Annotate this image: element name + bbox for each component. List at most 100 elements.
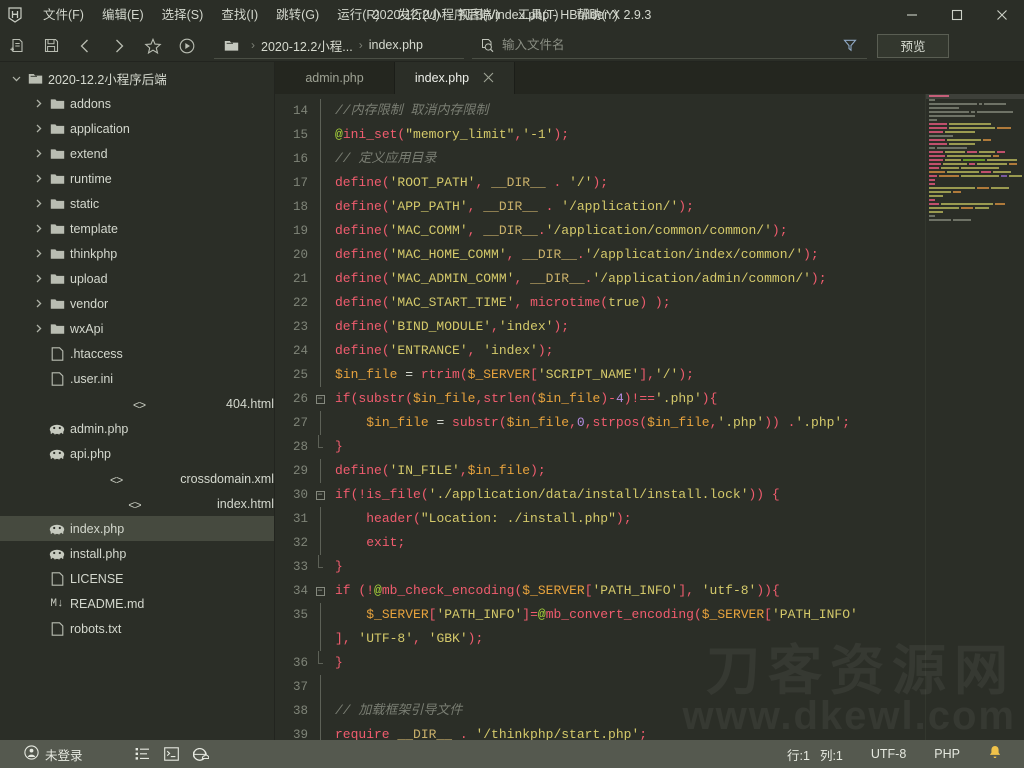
tree-item-template[interactable]: template [0,216,274,241]
tree-item-license[interactable]: LICENSE [0,566,274,591]
back-button[interactable] [68,30,102,62]
encoding-label[interactable]: UTF-8 [871,747,906,761]
tree-item-wxapi[interactable]: wxApi [0,316,274,341]
chevron-right-icon[interactable] [30,273,46,284]
code-line[interactable]: define('BIND_MODULE','index'); [335,315,1024,339]
tree-item-index.php[interactable]: index.php [0,516,274,541]
menu-item-4[interactable]: 跳转(G) [267,3,328,27]
code-line[interactable]: //内存限制 取消内存限制 [335,99,1024,123]
tree-item-404.html[interactable]: <>404.html [0,391,274,416]
code-line[interactable]: } [335,651,1024,675]
search-input[interactable] [502,38,833,52]
code-editor[interactable]: 1415161718192021222324252627282930313233… [275,94,1024,740]
tree-item-crossdomain.xml[interactable]: <>crossdomain.xml [0,466,274,491]
code-line[interactable]: $in_file = rtrim($_SERVER['SCRIPT_NAME']… [335,363,1024,387]
code-line[interactable]: // 加载框架引导文件 [335,699,1024,723]
star-icon[interactable] [136,30,170,62]
new-file-button[interactable] [0,30,34,62]
project-explorer[interactable]: 2020-12.2小程序后端addonsapplicationextendrun… [0,62,275,740]
code-line[interactable]: require __DIR__ . '/thinkphp/start.php'; [335,723,1024,740]
menu-item-5[interactable]: 运行(R) [328,3,388,27]
tree-item-extend[interactable]: extend [0,141,274,166]
globe-cloud-icon[interactable] [193,747,209,762]
run-button[interactable] [170,30,204,62]
tree-item-install.php[interactable]: install.php [0,541,274,566]
tree-item-.htaccess[interactable]: .htaccess [0,341,274,366]
preview-button[interactable]: 预览 [877,34,949,58]
code-line[interactable]: if (!@mb_check_encoding($_SERVER['PATH_I… [335,579,1024,603]
tree-item-2020-12.2-----[interactable]: 2020-12.2小程序后端 [0,66,274,91]
close-button[interactable] [979,0,1024,30]
tab-close-icon[interactable] [483,71,494,85]
tree-item-vendor[interactable]: vendor [0,291,274,316]
code-line[interactable]: define('MAC_COMM', __DIR__.'/application… [335,219,1024,243]
tree-item-.user.ini[interactable]: .user.ini [0,366,274,391]
code-line[interactable]: @ini_set("memory_limit",'-1'); [335,123,1024,147]
code-line[interactable]: } [335,555,1024,579]
menu-item-9[interactable]: 帮助(Y) [568,3,628,27]
filter-funnel-icon[interactable] [833,38,867,52]
code-line[interactable] [335,675,1024,699]
bell-icon[interactable] [988,745,1002,763]
code-fold-column[interactable]: −−− [313,94,327,740]
chevron-right-icon[interactable] [30,98,46,109]
code-line[interactable]: $_SERVER['PATH_INFO']=@mb_convert_encodi… [335,603,1024,627]
code-line[interactable]: if(!is_file('./application/data/install/… [335,483,1024,507]
fold-toggle-icon[interactable]: − [313,579,327,603]
code-line[interactable]: // 定义应用目录 [335,147,1024,171]
outline-list-icon[interactable] [135,747,150,761]
chevron-right-icon[interactable] [30,198,46,209]
menu-item-6[interactable]: 发行(U) [389,3,449,27]
chevron-right-icon[interactable] [30,223,46,234]
terminal-icon[interactable] [164,747,179,761]
code-line[interactable]: define('APP_PATH', __DIR__ . '/applicati… [335,195,1024,219]
chevron-right-icon[interactable] [30,298,46,309]
tree-item-index.html[interactable]: <>index.html [0,491,274,516]
chevron-down-icon[interactable] [8,73,24,84]
chevron-right-icon[interactable] [30,248,46,259]
code-line[interactable]: if(substr($in_file,strlen($in_file)-4)!=… [335,387,1024,411]
language-label[interactable]: PHP [934,747,960,761]
tree-item-thinkphp[interactable]: thinkphp [0,241,274,266]
tree-item-robots.txt[interactable]: robots.txt [0,616,274,641]
menu-item-0[interactable]: 文件(F) [34,3,93,27]
code-content[interactable]: //内存限制 取消内存限制@ini_set("memory_limit",'-1… [327,94,1024,740]
tree-item-admin.php[interactable]: admin.php [0,416,274,441]
maximize-button[interactable] [934,0,979,30]
tab-admin-php[interactable]: admin.php [275,62,395,94]
forward-button[interactable] [102,30,136,62]
code-line[interactable]: define('MAC_HOME_COMM', __DIR__.'/applic… [335,243,1024,267]
minimize-button[interactable] [889,0,934,30]
tree-item-api.php[interactable]: api.php [0,441,274,466]
code-line[interactable]: define('ENTRANCE', 'index'); [335,339,1024,363]
breadcrumb-file[interactable]: index.php [369,38,423,52]
tree-item-upload[interactable]: upload [0,266,274,291]
tab-index-php[interactable]: index.php [395,62,515,94]
tree-item-readme.md[interactable]: M↓README.md [0,591,274,616]
chevron-right-icon[interactable] [30,173,46,184]
menu-item-8[interactable]: 工具(T) [509,3,568,27]
code-line[interactable]: } [335,435,1024,459]
chevron-right-icon[interactable] [30,148,46,159]
tree-item-application[interactable]: application [0,116,274,141]
chevron-right-icon[interactable] [30,323,46,334]
code-line[interactable]: define('MAC_ADMIN_COMM', __DIR__.'/appli… [335,267,1024,291]
breadcrumb-project[interactable]: 2020-12.2小程... [261,36,353,55]
login-status[interactable]: 未登录 [24,745,83,764]
minimap-viewport[interactable] [926,94,1024,99]
fold-toggle-icon[interactable]: − [313,387,327,411]
menu-item-3[interactable]: 查找(I) [212,3,267,27]
tree-item-addons[interactable]: addons [0,91,274,116]
code-line[interactable]: header("Location: ./install.php"); [335,507,1024,531]
chevron-right-icon[interactable] [30,123,46,134]
tree-item-runtime[interactable]: runtime [0,166,274,191]
code-line[interactable]: ], 'UTF-8', 'GBK'); [335,627,1024,651]
code-line[interactable]: exit; [335,531,1024,555]
save-button[interactable] [34,30,68,62]
code-line[interactable]: define('IN_FILE',$in_file); [335,459,1024,483]
tree-item-static[interactable]: static [0,191,274,216]
minimap[interactable] [925,94,1024,740]
menu-item-2[interactable]: 选择(S) [153,3,213,27]
menu-item-1[interactable]: 编辑(E) [93,3,153,27]
code-line[interactable]: define('ROOT_PATH', __DIR__ . '/'); [335,171,1024,195]
